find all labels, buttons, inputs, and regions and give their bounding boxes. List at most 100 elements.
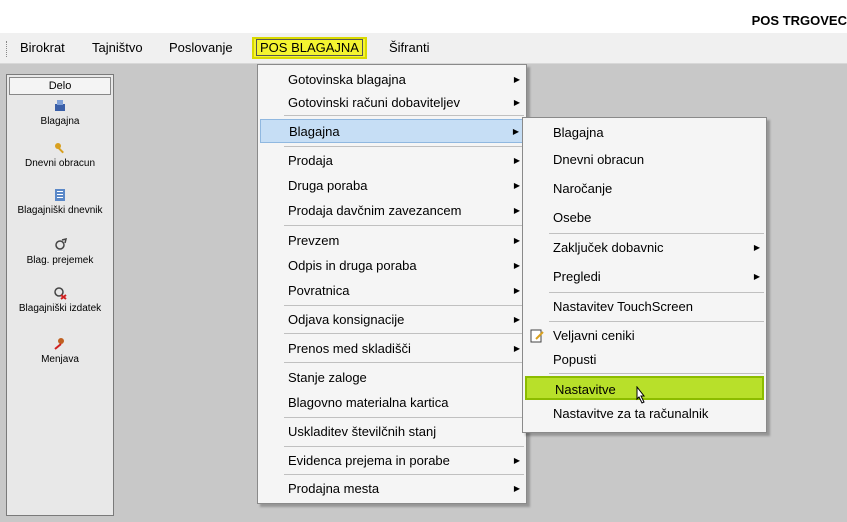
menu-item-stanje-zaloge[interactable]: Stanje zaloge [260, 366, 524, 390]
menu-separator [284, 417, 524, 418]
menu-separator [284, 225, 524, 226]
submenu-arrow-icon: ▶ [513, 261, 520, 270]
menu-tajnistvo[interactable]: Tajništvo [92, 33, 143, 63]
menu-item-prodaja[interactable]: Prodaja ▶ [260, 149, 524, 173]
submenu-arrow-icon: ▶ [753, 272, 760, 281]
submenu-item-veljavni-ceniki[interactable]: Veljavni ceniki [525, 324, 764, 348]
menu-item-odpis[interactable]: Odpis in druga poraba ▶ [260, 254, 524, 278]
menu-item-label: Prenos med skladišči [288, 341, 411, 356]
submenu-item-blagajna[interactable]: Blagajna [525, 121, 764, 145]
submenu-item-pregledi[interactable]: Pregledi ▶ [525, 265, 764, 289]
submenu-item-popusti[interactable]: Popusti [525, 348, 764, 372]
menu-separator [549, 233, 764, 234]
submenu-arrow-icon: ▶ [753, 243, 760, 252]
menu-item-gotovinski-racuni[interactable]: Gotovinski računi dobaviteljev ▶ [260, 91, 524, 115]
edit-document-icon [530, 329, 544, 343]
panel-item-menjava[interactable]: Menjava [7, 337, 113, 365]
submenu-item-narocanje[interactable]: Naročanje [525, 177, 764, 201]
menu-item-evidenca[interactable]: Evidenca prejema in porabe ▶ [260, 449, 524, 473]
mouse-cursor-icon [636, 386, 646, 404]
submenu-arrow-icon: ▶ [513, 456, 520, 465]
menu-birokrat[interactable]: Birokrat [20, 33, 65, 63]
panel-item-label: Blagajna [40, 116, 80, 127]
menu-bar: Birokrat Tajništvo Poslovanje POS BLAGAJ… [0, 33, 847, 64]
submenu-item-zakljucek-dobavnic[interactable]: Zaključek dobavnic ▶ [525, 236, 764, 260]
menu-item-prodajna-mesta[interactable]: Prodajna mesta ▶ [260, 477, 524, 501]
submenu-arrow-icon: ▶ [513, 181, 520, 190]
menu-item-prevzem[interactable]: Prevzem ▶ [260, 229, 524, 253]
submenu-item-dnevni-obracun[interactable]: Dnevni obracun [525, 148, 764, 172]
menu-item-label: Nastavitev TouchScreen [553, 299, 693, 314]
menu-separator [284, 474, 524, 475]
menu-item-blagajna[interactable]: Blagajna ▶ [260, 119, 524, 143]
menu-item-label: Prodaja [288, 153, 333, 168]
menu-item-label: Popusti [553, 352, 597, 367]
menu-item-label: Odpis in druga poraba [288, 258, 417, 273]
submenu-arrow-icon: ▶ [513, 286, 520, 295]
panel-item-blagajniski-dnevnik[interactable]: Blagajniški dnevnik [7, 188, 113, 216]
menu-item-label: Blagajna [553, 125, 604, 140]
menu-item-label: Dnevni obracun [553, 152, 645, 167]
menu-item-label: Veljavni ceniki [553, 328, 635, 343]
menu-item-label: Nastavitve [555, 382, 616, 397]
panel-item-blagajna[interactable]: Blagajna [7, 99, 113, 127]
menu-item-label: Gotovinski računi dobaviteljev [288, 95, 460, 110]
menu-poslovanje[interactable]: Poslovanje [169, 33, 233, 63]
panel-item-label: Dnevni obracun [24, 158, 96, 169]
exchange-icon [54, 338, 64, 350]
menu-item-label: Naročanje [553, 181, 613, 196]
submenu-arrow-icon: ▶ [513, 156, 520, 165]
submenu-item-osebe[interactable]: Osebe [525, 206, 764, 230]
submenu-item-nastavitev-touchscreen[interactable]: Nastavitev TouchScreen [525, 295, 764, 319]
menu-item-label: Stanje zaloge [288, 370, 367, 385]
left-panel: Delo Blagajna Dnevni obracun Blagajniški… [6, 74, 114, 516]
panel-item-blagajniski-izdatek[interactable]: Blagajniški izdatek [7, 286, 113, 314]
menu-separator [284, 115, 524, 116]
menu-item-label: Blagovno materialna kartica [288, 395, 449, 410]
menu-item-label: Nastavitve za ta računalnik [553, 406, 709, 421]
submenu-arrow-icon: ▶ [513, 75, 520, 84]
panel-item-label: Blag. prejemek [26, 255, 94, 266]
menu-sifranti[interactable]: Šifranti [389, 33, 429, 63]
receipt-in-icon [55, 238, 67, 250]
panel-header[interactable]: Delo [9, 77, 111, 95]
menu-item-label: Evidenca prejema in porabe [288, 453, 450, 468]
panel-item-dnevni-obracun[interactable]: Dnevni obracun [7, 141, 113, 169]
menu-item-druga-poraba[interactable]: Druga poraba ▶ [260, 174, 524, 198]
menu-item-label: Prevzem [288, 233, 340, 248]
menu-item-label: Pregledi [553, 269, 601, 284]
menu-item-prodaja-davcnim[interactable]: Prodaja davčnim zavezancem ▶ [260, 199, 524, 223]
menu-item-blagovno-materialna-kartica[interactable]: Blagovno materialna kartica [260, 391, 524, 415]
panel-item-label: Blagajniški dnevnik [17, 205, 103, 216]
submenu-arrow-icon: ▶ [513, 484, 520, 493]
menu-item-label: Prodaja davčnim zavezancem [288, 203, 462, 218]
menu-item-label: Gotovinska blagajna [288, 72, 406, 87]
menu-item-gotovinska-blagajna[interactable]: Gotovinska blagajna ▶ [260, 68, 524, 92]
submenu-arrow-icon: ▶ [513, 98, 520, 107]
menu-pos-blagajna[interactable]: POS BLAGAJNA [252, 37, 367, 59]
cash-register-icon [55, 100, 65, 111]
menu-item-povratnica[interactable]: Povratnica ▶ [260, 279, 524, 303]
menu-separator [284, 146, 524, 147]
menu-item-odjava-konsignacije[interactable]: Odjava konsignacije ▶ [260, 308, 524, 332]
panel-item-label: Blagajniški izdatek [18, 303, 102, 314]
submenu-arrow-icon: ▶ [513, 344, 520, 353]
receipt-out-icon [54, 287, 67, 300]
menu-separator [284, 305, 524, 306]
pos-blagajna-menu: Gotovinska blagajna ▶ Gotovinski računi d… [257, 64, 527, 504]
menu-pos-blagajna-label: POS BLAGAJNA [256, 39, 363, 56]
panel-item-blag-prejemek[interactable]: Blag. prejemek [7, 238, 113, 266]
menu-separator [549, 373, 764, 374]
menu-separator [284, 333, 524, 334]
submenu-arrow-icon: ▶ [513, 315, 520, 324]
menubar-grip [6, 41, 9, 57]
journal-icon [55, 189, 65, 201]
app-title: POS TRGOVEC [751, 13, 847, 28]
menu-item-label: Zaključek dobavnic [553, 240, 664, 255]
menu-item-uskladitev[interactable]: Uskladitev številčnih stanj [260, 420, 524, 444]
submenu-arrow-icon: ▶ [512, 127, 519, 136]
menu-item-prenos-med-skladisci[interactable]: Prenos med skladišči ▶ [260, 337, 524, 361]
menu-separator [284, 446, 524, 447]
menu-separator [549, 321, 764, 322]
menu-item-label: Povratnica [288, 283, 350, 298]
